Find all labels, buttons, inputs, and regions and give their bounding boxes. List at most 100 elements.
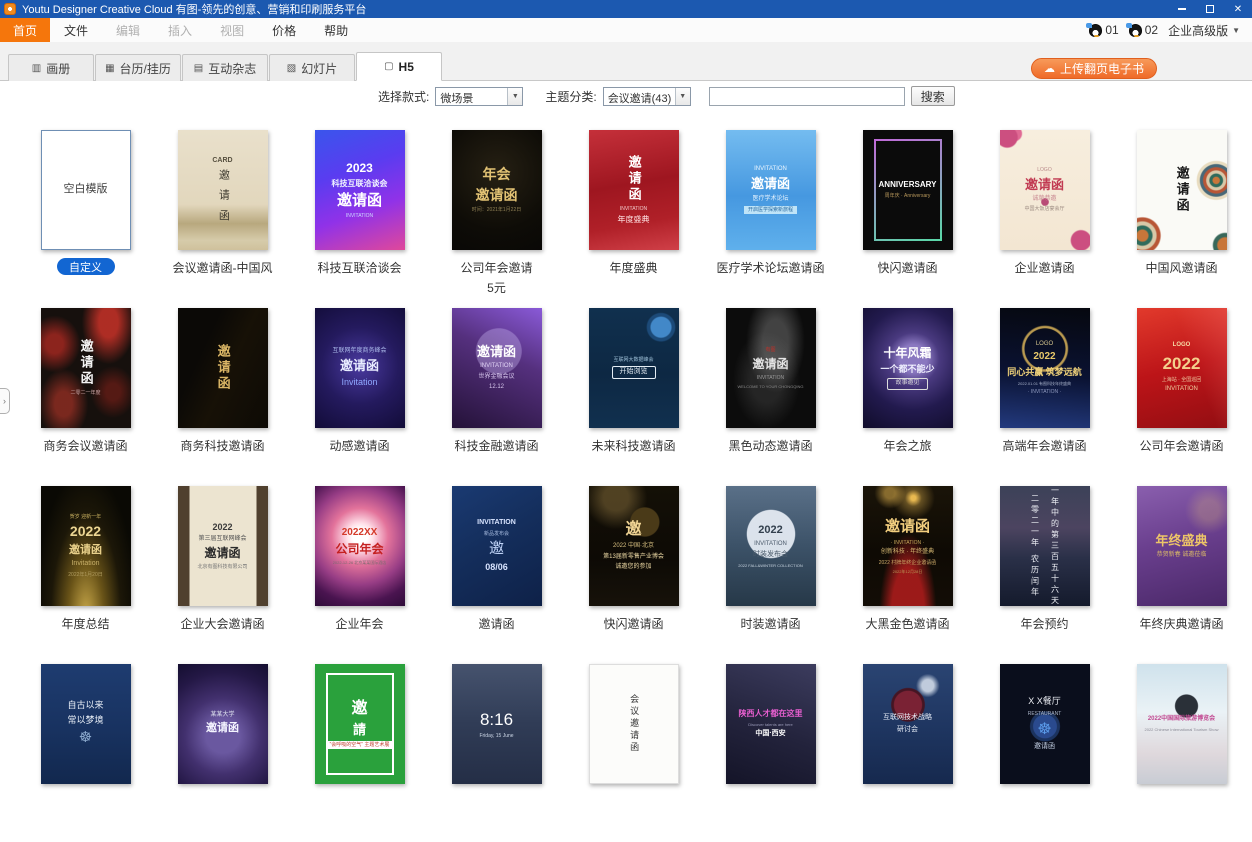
thumb-text: 2023科技互联洽谈会邀请函INVITATION (315, 130, 405, 250)
close-button[interactable]: ✕ (1224, 0, 1252, 18)
template-thumb[interactable]: 年终盛典恭贺新春 诚邀莅临 (1137, 486, 1227, 606)
thumb-line: 2022 (758, 524, 782, 538)
thumb-line: 有图 (765, 347, 775, 353)
grid-row: 自古以来常以梦境☸ 某某大学邀请函邀請“会呼吸的空气” 主题艺术展 8:16Frid… (17, 664, 1252, 842)
template-thumb[interactable]: 十年风霜一个都不能少故事邀见 (863, 308, 953, 428)
thumb-line: 邀 (351, 699, 367, 719)
upload-ebook-button[interactable]: ☁ 上传翻页电子书 (1031, 58, 1157, 79)
menu-item-edit: 编辑 (102, 18, 154, 42)
template-thumb[interactable]: 邀请函二零二一年度 (41, 308, 131, 428)
maximize-icon (1206, 5, 1214, 13)
thumb-text: 邀请函INVITATION世界金融会议12.12 (452, 308, 542, 428)
tab-h5[interactable]: ▢H5 (356, 52, 442, 81)
template-thumb[interactable]: X X餐厅RESTAURANT☸邀请函 (1000, 664, 1090, 784)
menu-item-file[interactable]: 文件 (50, 18, 102, 42)
thumb-line: 恭贺新春 诚邀莅临 (1157, 552, 1207, 560)
thumb-line: 上海站 · 全国巡回 (1162, 377, 1201, 383)
template-thumb[interactable]: 8:16Friday, 15 June (452, 664, 542, 784)
search-button[interactable]: 搜索 (911, 86, 955, 106)
template-thumb[interactable]: 互联网年度商务峰会邀请函Invitation (315, 308, 405, 428)
menu-item-help[interactable]: 帮助 (310, 18, 362, 42)
thumb-text: LOGO2022同心共赢 筑梦远航2022.01.01 有图科技年终盛典· IN… (1000, 308, 1090, 428)
qq-account-2[interactable]: 02 (1129, 23, 1158, 37)
thumb-line: · INVITATION · (1028, 389, 1061, 395)
thumb-line: 邀请函 (1025, 177, 1064, 193)
template-thumb[interactable]: 贺岁 迎新一年2022邀请函Invitation2022年1月20日 (41, 486, 131, 606)
template-card: 空白模版自定义 (17, 130, 154, 308)
customize-button[interactable]: 自定义 (57, 258, 115, 275)
template-title: 商务科技邀请函 (180, 437, 264, 454)
tab-calendar[interactable]: ▦台历/挂历 (95, 54, 181, 81)
tab-slides[interactable]: ▧幻灯片 (269, 54, 355, 81)
thumb-line: 2022 (212, 522, 232, 533)
account-menu[interactable]: 企业高级版 ▼ (1168, 22, 1240, 39)
template-thumb[interactable]: ANNIVERSARY周年庆 · Anniversary (863, 130, 953, 250)
template-thumb[interactable]: 2022中国国际旅游博览会2022 Chinese International … (1137, 664, 1227, 784)
template-thumb[interactable]: CARD邀 请 函 (178, 130, 268, 250)
template-card: 二零二一年 农历闰年一年中的第三百五十六天年会预约 (976, 486, 1113, 664)
thumb-line: 2022 (1163, 353, 1201, 374)
thumb-line: 邀请函 (476, 187, 518, 205)
template-thumb[interactable]: 邀請“会呼吸的空气” 主题艺术展 (315, 664, 405, 784)
template-title: 中国风邀请函 (1145, 259, 1217, 276)
template-card: LOGO2022上海站 · 全国巡回INVITATION公司年会邀请函 (1113, 308, 1250, 486)
template-thumb[interactable]: 2022XX公司年会2022-12-26 北京某某国际酒店 (315, 486, 405, 606)
template-thumb[interactable]: 自古以来常以梦境☸ (41, 664, 131, 784)
template-thumb[interactable]: 陕西人才都在这里Discover talents are here中国·西安 (726, 664, 816, 784)
template-thumb[interactable]: 2023科技互联洽谈会邀请函INVITATION (315, 130, 405, 250)
template-thumb[interactable]: 邀请函INVITATION世界金融会议12.12 (452, 308, 542, 428)
thumb-text: 年终盛典恭贺新春 诚邀莅临 (1137, 486, 1227, 606)
panel-collapse-handle[interactable]: › (0, 388, 10, 414)
template-thumb[interactable]: INVITATION新品发布会邀08/06 (452, 486, 542, 606)
maximize-button[interactable] (1196, 0, 1224, 18)
template-thumb[interactable]: 邀请函INVITATION年度盛典 (589, 130, 679, 250)
template-thumb[interactable]: LOGO2022上海站 · 全国巡回INVITATION (1137, 308, 1227, 428)
template-thumb[interactable]: 二零二一年 农历闰年一年中的第三百五十六天 (1000, 486, 1090, 606)
template-thumb[interactable]: LOGO邀请函诚挚恭邀中国大饭店宴会厅 (1000, 130, 1090, 250)
qq-account-1[interactable]: 01 (1089, 23, 1118, 37)
menu-item-price[interactable]: 价格 (258, 18, 310, 42)
template-thumb[interactable]: 空白模版 (41, 130, 131, 250)
app-title: Youtu Designer Creative Cloud 有图-领先的创意、营… (22, 1, 366, 17)
template-thumb[interactable]: INVITATION邀请函医疗学术论坛开启医学探索新旅程 (726, 130, 816, 250)
minimize-button[interactable] (1168, 0, 1196, 18)
template-thumb[interactable]: 会议邀请函 (589, 664, 679, 784)
template-title: 年度总结 (61, 615, 109, 632)
thumb-line: 2022年1月20日 (68, 572, 102, 578)
thumb-line: 2022XX (342, 527, 378, 540)
template-thumb[interactable]: 邀请函· INVITATION ·创新科技 · 年终盛典2022 村牌年终企业邀… (863, 486, 953, 606)
template-thumb[interactable]: 邀请函 (1137, 130, 1227, 250)
template-thumb[interactable]: LOGO2022同心共赢 筑梦远航2022.01.01 有图科技年终盛典· IN… (1000, 308, 1090, 428)
template-thumb[interactable]: 邀2022 中国·北京第13届新零售产业博会诚邀您的参加 (589, 486, 679, 606)
menu-item-home[interactable]: 首页 (0, 18, 50, 42)
template-title: 黑色动态邀请函 (728, 437, 812, 454)
template-card: 8:16Friday, 15 June (428, 664, 565, 842)
thumb-line: 邀 请 函 (216, 169, 230, 223)
template-thumb[interactable]: 某某大学邀请函 (178, 664, 268, 784)
template-thumb[interactable]: 年会邀请函时间：2021年1月22日 (452, 130, 542, 250)
template-card: INVITATION邀请函医疗学术论坛开启医学探索新旅程医疗学术论坛邀请函 (702, 130, 839, 308)
template-thumb[interactable]: 2022INVITATION时装发布会2022 FALL&WINTER COLL… (726, 486, 816, 606)
thumb-line: 某某大学 (210, 712, 234, 720)
template-card: INVITATION新品发布会邀08/06邀请函 (428, 486, 565, 664)
template-thumb[interactable]: 邀请函 (178, 308, 268, 428)
thumb-line: 12.12 (489, 384, 504, 392)
thumb-line: LOGO (1173, 342, 1191, 350)
template-thumb[interactable]: 2022第三届互联网峰会邀请函北京有图科技有限公司 (178, 486, 268, 606)
tab-magazine[interactable]: ▤互动杂志 (182, 54, 268, 81)
thumb-text: 邀2022 中国·北京第13届新零售产业博会诚邀您的参加 (589, 486, 679, 606)
category-select[interactable]: 会议邀请(43) ▼ (603, 87, 691, 106)
tab-label: 互动杂志 (208, 60, 256, 77)
template-thumb[interactable]: 有图邀请函INVITATIONWELCOME TO YOUR CHONGQING (726, 308, 816, 428)
search-input[interactable] (709, 87, 905, 106)
tab-album[interactable]: ▥画册 (8, 54, 94, 81)
thumb-line: 邀请函 (337, 192, 382, 211)
thumb-line: 年度盛典 (618, 215, 650, 225)
thumb-line: 邀请函 (1173, 166, 1189, 214)
thumb-line: INVITATION (346, 213, 373, 219)
template-thumb[interactable]: 互联网技术战略研讨会 (863, 664, 953, 784)
template-card: 十年风霜一个都不能少故事邀见年会之旅 (839, 308, 976, 486)
template-thumb[interactable]: 互联网大数据峰会开始浏览 (589, 308, 679, 428)
thumb-line: 互联网年度商务峰会 (332, 348, 386, 356)
style-select[interactable]: 微场景 ▼ (435, 87, 523, 106)
